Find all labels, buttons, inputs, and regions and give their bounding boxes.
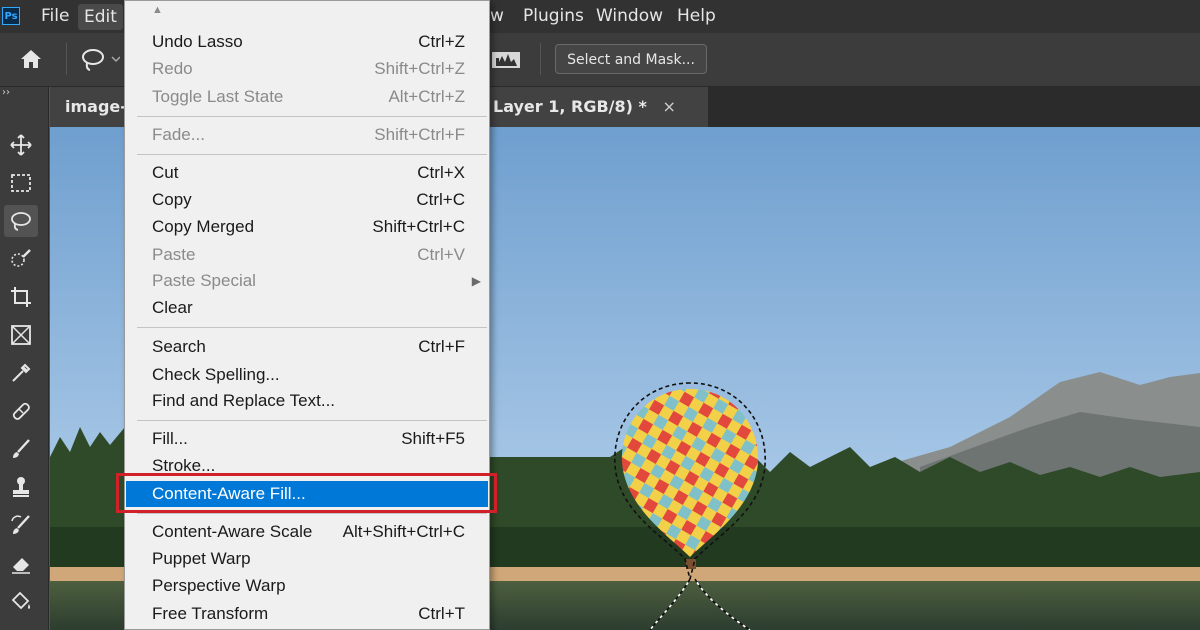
photoshop-logo: Ps (2, 7, 20, 25)
menu-plugins[interactable]: Plugins (523, 0, 584, 33)
menu-item-clear[interactable]: Clear (125, 295, 489, 321)
menu-item-puppet-warp[interactable]: Puppet Warp (125, 546, 489, 572)
menu-separator (137, 513, 487, 514)
menu-item-fade[interactable]: Fade... Shift+Ctrl+F (125, 122, 489, 148)
document-tab[interactable]: image-f (50, 87, 127, 156)
menu-help[interactable]: Help (677, 0, 716, 33)
crop-tool-icon[interactable] (4, 281, 38, 313)
brush-tool-icon[interactable] (4, 433, 38, 465)
menu-item-fill[interactable]: Fill... Shift+F5 (125, 426, 489, 452)
menu-separator (137, 327, 487, 328)
menu-item-copy-merged[interactable]: Copy Merged Shift+Ctrl+C (125, 214, 489, 240)
menu-item-redo[interactable]: Redo Shift+Ctrl+Z (125, 56, 489, 82)
document-tab-title: Layer 1, RGB/8) * (493, 97, 647, 116)
edit-menu-dropdown: ▲ Undo Lasso Ctrl+Z Redo Shift+Ctrl+Z To… (124, 0, 490, 630)
menu-separator (137, 116, 487, 117)
menu-item-search[interactable]: Search Ctrl+F (125, 334, 489, 360)
menu-item-undo-lasso[interactable]: Undo Lasso Ctrl+Z (125, 29, 489, 55)
menu-file[interactable]: File (41, 0, 69, 33)
menu-item-free-transform[interactable]: Free Transform Ctrl+T (125, 601, 489, 627)
document-tab-active[interactable]: Layer 1, RGB/8) * × (490, 87, 708, 127)
home-icon[interactable] (18, 47, 44, 75)
eraser-tool-icon[interactable] (4, 547, 38, 579)
panel-collapse-icon[interactable]: ›› (0, 87, 50, 101)
menu-item-content-aware-scale[interactable]: Content-Aware Scale Alt+Shift+Ctrl+C (125, 519, 489, 545)
menu-item-paste-special[interactable]: Paste Special ▶ (125, 268, 489, 294)
menu-window[interactable]: Window (596, 0, 663, 33)
clone-stamp-tool-icon[interactable] (4, 471, 38, 503)
menu-item-cut[interactable]: Cut Ctrl+X (125, 160, 489, 186)
close-tab-icon[interactable]: × (662, 97, 675, 116)
menu-edit[interactable]: Edit (78, 4, 123, 30)
lasso-tool-icon[interactable] (4, 205, 38, 237)
menu-item-perspective-warp[interactable]: Perspective Warp (125, 573, 489, 599)
eyedropper-tool-icon[interactable] (4, 357, 38, 389)
menu-separator (137, 420, 487, 421)
menu-separator (137, 154, 487, 155)
menu-item-find-replace-text[interactable]: Find and Replace Text... (125, 388, 489, 414)
paint-bucket-tool-icon[interactable] (4, 585, 38, 617)
highlight-callout-box (116, 473, 497, 513)
tools-panel: ›› (0, 87, 49, 630)
menu-view[interactable]: w (490, 0, 504, 33)
select-and-mask-button[interactable]: Select and Mask... (555, 44, 707, 74)
scroll-up-icon[interactable]: ▲ (152, 4, 163, 16)
menu-item-toggle-last-state[interactable]: Toggle Last State Alt+Ctrl+Z (125, 84, 489, 110)
history-brush-tool-icon[interactable] (4, 509, 38, 541)
divider (66, 43, 67, 75)
quick-selection-tool-icon[interactable] (4, 243, 38, 275)
move-tool-icon[interactable] (4, 129, 38, 161)
menu-item-check-spelling[interactable]: Check Spelling... (125, 362, 489, 388)
lasso-tool-preset-icon[interactable] (80, 47, 121, 77)
menu-item-paste[interactable]: Paste Ctrl+V (125, 242, 489, 268)
selection-mode-icon[interactable] (492, 50, 522, 74)
menu-item-copy[interactable]: Copy Ctrl+C (125, 187, 489, 213)
frame-tool-icon[interactable] (4, 319, 38, 351)
healing-brush-tool-icon[interactable] (4, 395, 38, 427)
submenu-arrow-icon: ▶ (471, 274, 481, 288)
divider (540, 43, 541, 75)
marquee-tool-icon[interactable] (4, 167, 38, 199)
